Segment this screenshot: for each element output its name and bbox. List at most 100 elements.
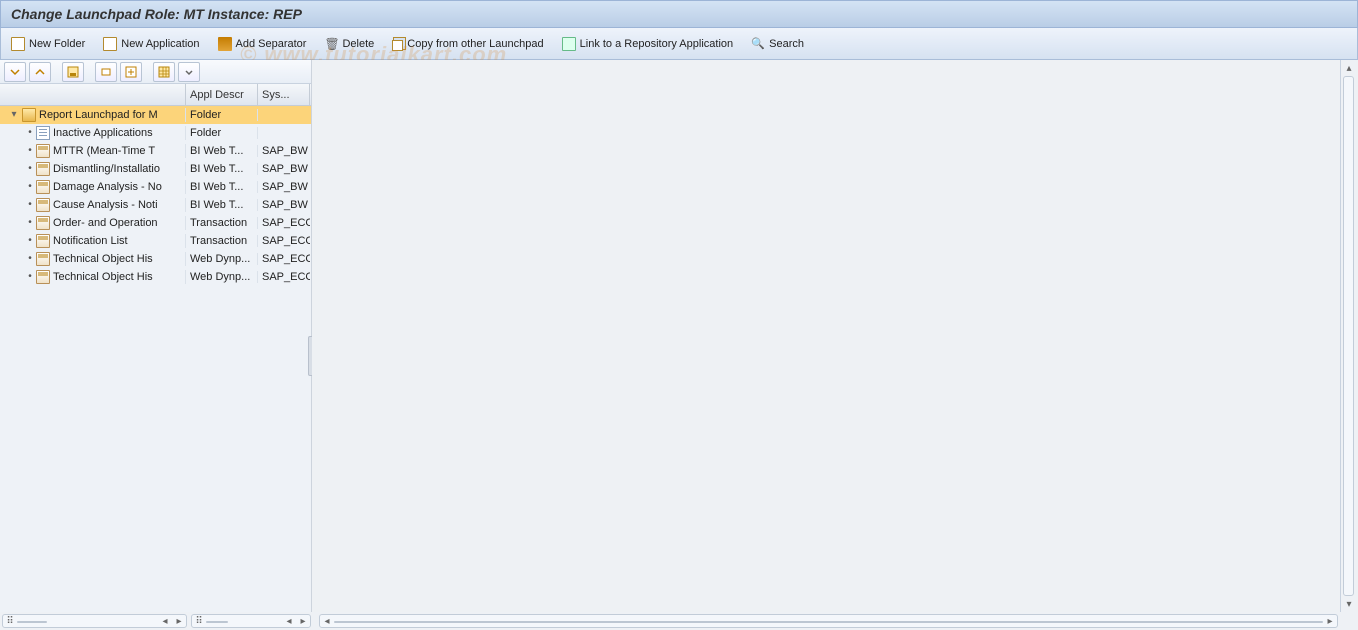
tree-cell-sys: SAP_ECC — [258, 217, 310, 229]
tree-node-label: Damage Analysis - No — [53, 181, 185, 193]
tree-node-label: Order- and Operation — [53, 217, 185, 229]
trash-icon — [324, 37, 338, 51]
outer-scroll-up-icon[interactable]: ▴ — [1341, 60, 1357, 76]
hscroll-thumb-handle-icon[interactable]: ⠿ — [3, 615, 17, 627]
tree-cell-sys: SAP_BW — [258, 145, 310, 157]
bullet-icon: • — [26, 127, 34, 138]
add-separator-button[interactable]: Add Separator — [218, 37, 307, 51]
right-hscroll-thumb[interactable] — [334, 621, 1323, 623]
link-icon — [562, 37, 576, 51]
left-panel: Appl Descr Sys... ▾ Report Launchpad for … — [0, 60, 312, 612]
mid-hscroll[interactable]: ⠿ ◂ ▸ — [191, 614, 311, 628]
layout-dropdown-button[interactable] — [178, 62, 200, 82]
tree-row[interactable]: •Order- and OperationTransactionSAP_ECC — [0, 214, 311, 232]
expand-all-button[interactable] — [4, 62, 26, 82]
save-button[interactable] — [62, 62, 84, 82]
tree-header-name[interactable] — [0, 84, 186, 105]
tree-cell-name[interactable]: •Inactive Applications — [0, 126, 186, 140]
search-button[interactable]: Search — [751, 37, 804, 51]
tree-cell-name[interactable]: •Damage Analysis - No — [0, 180, 186, 194]
copy-from-other-label: Copy from other Launchpad — [407, 38, 543, 50]
bullet-icon: • — [26, 145, 34, 156]
tree-cell-name[interactable]: •Dismantling/Installatio — [0, 162, 186, 176]
tree-cell-name[interactable]: •Technical Object His — [0, 252, 186, 266]
tree-cell-appl-descr: BI Web T... — [186, 163, 258, 175]
print-button[interactable] — [95, 62, 117, 82]
delete-button[interactable]: Delete — [324, 37, 374, 51]
link-repository-button[interactable]: Link to a Repository Application — [562, 37, 733, 51]
tree-cell-name[interactable]: • MTTR (Mean-Time T — [0, 144, 186, 158]
workspace: Appl Descr Sys... ▾ Report Launchpad for … — [0, 60, 1358, 612]
tree-row[interactable]: •Technical Object HisWeb Dynp...SAP_ECC — [0, 250, 311, 268]
right-chevron-right-icon[interactable]: ▸ — [1323, 615, 1337, 627]
tree-row[interactable]: • MTTR (Mean-Time TBI Web T...SAP_BW — [0, 142, 311, 160]
new-folder-button[interactable]: New Folder — [11, 37, 85, 51]
tree-cell-sys: SAP_ECC — [258, 271, 310, 283]
mid-chevron-right-icon[interactable]: ▸ — [296, 615, 310, 627]
add-separator-label: Add Separator — [236, 38, 307, 50]
tree-toolbar — [0, 60, 311, 84]
tree-row[interactable]: ▾ Report Launchpad for MFolder — [0, 106, 311, 124]
layout-button[interactable] — [153, 62, 175, 82]
tree-cell-name[interactable]: • Notification List — [0, 234, 186, 248]
tree-node-label: Technical Object His — [53, 253, 185, 265]
tree-cell-name[interactable]: •Technical Object His — [0, 270, 186, 284]
outer-vscroll-track[interactable] — [1343, 76, 1354, 596]
new-application-button[interactable]: New Application — [103, 37, 199, 51]
tree-cell-appl-descr: Folder — [186, 109, 258, 121]
left-hscroll-thumb[interactable] — [17, 621, 47, 623]
folder-doc-icon — [36, 126, 50, 140]
bullet-icon: • — [26, 235, 34, 246]
chevron-left-icon[interactable]: ◂ — [158, 615, 172, 627]
tree-cell-name[interactable]: ▾ Report Launchpad for M — [0, 108, 186, 122]
tree-node-label: Technical Object His — [53, 271, 185, 283]
tree-row[interactable]: • Notification ListTransactionSAP_ECC — [0, 232, 311, 250]
tree-node-label: Report Launchpad for M — [39, 109, 185, 121]
tree-cell-name[interactable]: •Cause Analysis - Noti — [0, 198, 186, 212]
search-icon — [751, 37, 765, 51]
tree-row[interactable]: •Inactive ApplicationsFolder — [0, 124, 311, 142]
app-icon — [36, 252, 50, 266]
tree-cell-appl-descr: Transaction — [186, 235, 258, 247]
export-button[interactable] — [120, 62, 142, 82]
tree-row[interactable]: •Technical Object HisWeb Dynp...SAP_ECC — [0, 268, 311, 286]
mid-hscroll-handle-icon[interactable]: ⠿ — [192, 615, 206, 627]
tree-cell-sys: SAP_BW — [258, 199, 310, 211]
folder-open-icon — [22, 108, 36, 122]
expander-icon[interactable]: ▾ — [8, 109, 20, 121]
new-folder-icon — [11, 37, 25, 51]
bullet-icon: • — [26, 163, 34, 174]
copy-from-other-button[interactable]: Copy from other Launchpad — [392, 37, 543, 51]
tree-cell-sys: SAP_ECC — [258, 235, 310, 247]
page-title: Change Launchpad Role: MT Instance: REP — [11, 6, 302, 22]
right-chevron-left-icon[interactable]: ◂ — [320, 615, 334, 627]
app-icon — [36, 234, 50, 248]
tree-header-appl-descr[interactable]: Appl Descr — [186, 84, 258, 105]
app-icon — [36, 216, 50, 230]
left-hscroll[interactable]: ⠿ ◂ ▸ — [2, 614, 187, 628]
tree-header-sys[interactable]: Sys... — [258, 84, 310, 105]
tree-cell-appl-descr: Folder — [186, 127, 258, 139]
right-hscroll[interactable]: ◂ ▸ — [319, 614, 1338, 628]
mid-hscroll-thumb[interactable] — [206, 621, 228, 623]
bullet-icon: • — [26, 217, 34, 228]
outer-scroll-down-icon[interactable]: ▾ — [1341, 596, 1357, 612]
tree-row[interactable]: •Damage Analysis - NoBI Web T...SAP_BW — [0, 178, 311, 196]
collapse-all-button[interactable] — [29, 62, 51, 82]
tree-cell-appl-descr: BI Web T... — [186, 145, 258, 157]
app-icon — [36, 162, 50, 176]
mid-chevron-left-icon[interactable]: ◂ — [282, 615, 296, 627]
tree-cell-name[interactable]: • Order- and Operation — [0, 216, 186, 230]
tree-cell-appl-descr: Web Dynp... — [186, 271, 258, 283]
title-bar: Change Launchpad Role: MT Instance: REP — [0, 0, 1358, 28]
tree-cell-sys: SAP_BW — [258, 181, 310, 193]
tree-node-label: Notification List — [53, 235, 185, 247]
tree-node-label: Cause Analysis - Noti — [53, 199, 185, 211]
app-icon — [36, 198, 50, 212]
outer-vertical-scrollbar[interactable]: ▴ ▾ — [1340, 60, 1356, 612]
tree-row[interactable]: •Cause Analysis - NotiBI Web T...SAP_BW — [0, 196, 311, 214]
search-label: Search — [769, 38, 804, 50]
tree-row[interactable]: •Dismantling/InstallatioBI Web T...SAP_B… — [0, 160, 311, 178]
tree-node-label: MTTR (Mean-Time T — [53, 145, 185, 157]
chevron-right-icon[interactable]: ▸ — [172, 615, 186, 627]
